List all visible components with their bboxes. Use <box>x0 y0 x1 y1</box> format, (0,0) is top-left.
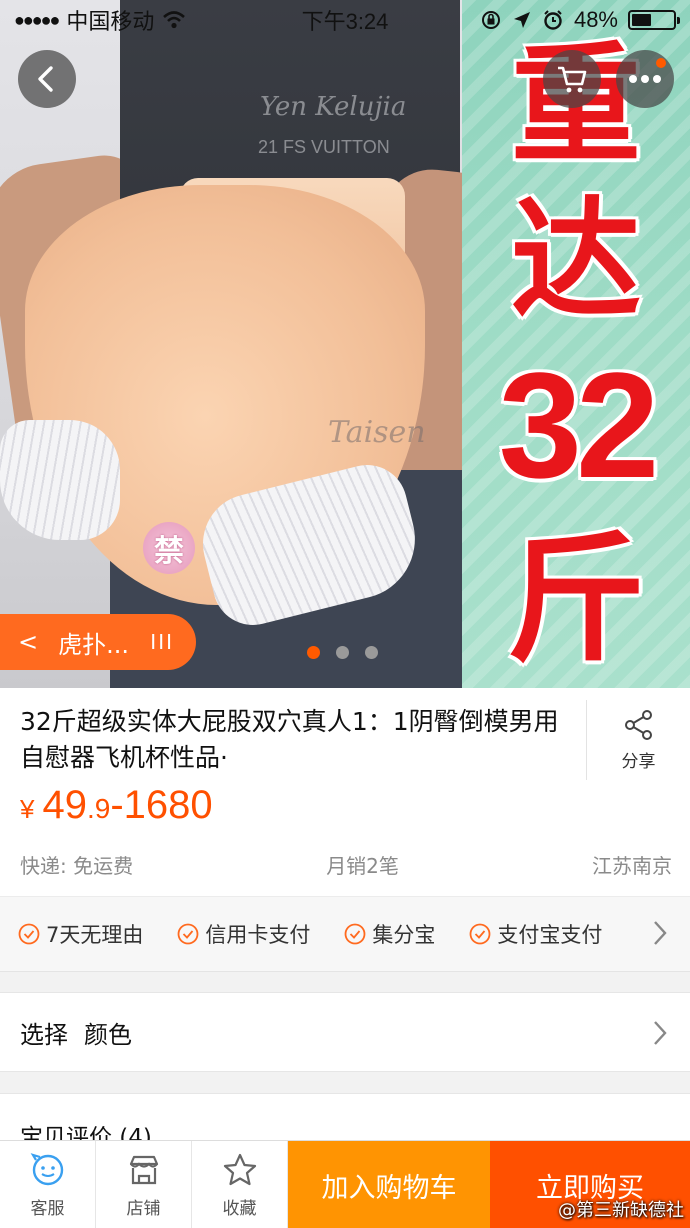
service-item: 集分宝 <box>344 919 435 949</box>
banner-line-2: 达 <box>510 183 641 336</box>
pill-bars-icon: III <box>150 630 174 654</box>
shopping-cart-icon <box>558 66 587 93</box>
signal-icon: ●●●●● <box>14 9 60 30</box>
select-value: 颜色 <box>84 1020 132 1049</box>
shop-tab-label: 店铺 <box>126 1198 161 1219</box>
product-photo: Yen Kelujia 21 FS VUITTON Taisen 禁 <box>0 0 507 688</box>
share-button[interactable]: 分享 <box>586 700 690 780</box>
image-watermark: Taisen <box>328 415 426 450</box>
chevron-left-icon <box>38 66 53 92</box>
price-integer: 49 <box>42 783 87 827</box>
carousel-dot <box>365 646 378 659</box>
banner-line-3: 32 <box>498 341 660 509</box>
carousel-indicator <box>307 646 378 659</box>
product-meta: 快递: 免运费 月销2笔 江苏南京 <box>20 850 672 879</box>
more-button[interactable] <box>616 50 674 108</box>
cart-button[interactable] <box>543 50 601 108</box>
service-item: 支付宝支付 <box>469 919 602 949</box>
service-label: 7天无理由 <box>46 923 144 947</box>
pill-chevron-icon: < <box>18 628 39 656</box>
service-guarantees[interactable]: 7天无理由 信用卡支付 集分宝 支付宝支付 <box>0 896 690 972</box>
rotation-lock-icon <box>481 11 500 29</box>
price-decimal: .9 <box>86 793 111 824</box>
source-credit: @第三新缺德社 <box>558 1200 684 1221</box>
shipping-info: 快递: 免运费 <box>20 854 134 878</box>
shirt-print-line-1: Yen Kelujia <box>260 92 406 122</box>
store-icon <box>129 1155 158 1184</box>
ship-from-location: 江苏南京 <box>592 854 672 878</box>
share-label: 分享 <box>621 751 656 772</box>
share-icon <box>624 709 652 740</box>
favorite-tab-label: 收藏 <box>222 1198 257 1219</box>
pill-shop-name: 虎扑... <box>58 630 129 659</box>
service-tab-label: 客服 <box>30 1198 65 1219</box>
shirt-print-line-2: 21 FS VUITTON <box>258 137 390 157</box>
star-icon <box>223 1153 256 1185</box>
check-circle-icon <box>177 923 199 945</box>
chevron-right-icon <box>654 1021 667 1045</box>
service-label: 信用卡支付 <box>205 923 311 947</box>
check-circle-icon <box>469 923 491 945</box>
chevron-right-icon <box>654 921 667 945</box>
service-label: 支付宝支付 <box>497 923 603 947</box>
check-circle-icon <box>18 923 40 945</box>
product-price: ¥ 49 .9 -1680 <box>20 783 213 828</box>
service-item: 7天无理由 <box>18 919 143 949</box>
shop-source-pill[interactable]: < 虎扑... III <box>0 614 196 670</box>
banner-line-4: 斤 <box>505 518 646 682</box>
favorite-button[interactable]: 收藏 <box>192 1141 288 1228</box>
location-arrow-icon <box>513 12 530 28</box>
select-label: 选择 <box>20 1020 68 1049</box>
glove-left <box>0 420 120 540</box>
price-currency: ¥ <box>20 794 35 824</box>
battery-level <box>632 14 652 26</box>
more-dots-icon <box>629 75 661 83</box>
price-range-max: -1680 <box>110 783 213 827</box>
carrier-name: 中国移动 <box>66 9 155 34</box>
battery-percent: 48% <box>573 7 618 32</box>
add-to-cart-button[interactable]: 加入购物车 <box>288 1141 490 1228</box>
notification-dot <box>656 58 666 68</box>
service-label: 集分宝 <box>372 923 436 947</box>
product-title: 32斤超级实体大屁股双穴真人1：1阴臀倒模男用自慰器飞机杯性品· <box>20 707 559 772</box>
carousel-dot <box>307 646 320 659</box>
service-item: 信用卡支付 <box>177 919 310 949</box>
battery-icon <box>628 10 680 30</box>
monthly-sales: 月销2笔 <box>326 854 399 878</box>
shop-button[interactable]: 店铺 <box>96 1141 192 1228</box>
alarm-icon <box>544 10 562 30</box>
product-info: 32斤超级实体大屁股双穴真人1：1阴臀倒模男用自慰器飞机杯性品· 分享 ¥ 49… <box>0 688 690 896</box>
censor-badge: 禁 <box>143 522 195 574</box>
status-bar: ●●●●● 中国移动 下午3:24 48% <box>0 0 690 40</box>
select-color-row[interactable]: 选择 颜色 <box>0 992 690 1072</box>
customer-service-button[interactable]: 客服 <box>0 1141 96 1228</box>
wifi-icon <box>163 11 186 29</box>
back-button[interactable] <box>18 50 76 108</box>
shirt-print: Yen Kelujia 21 FS VUITTON <box>258 92 406 157</box>
carousel-dot <box>336 646 349 659</box>
chat-bubble-icon <box>30 1152 63 1185</box>
check-circle-icon <box>344 923 366 945</box>
